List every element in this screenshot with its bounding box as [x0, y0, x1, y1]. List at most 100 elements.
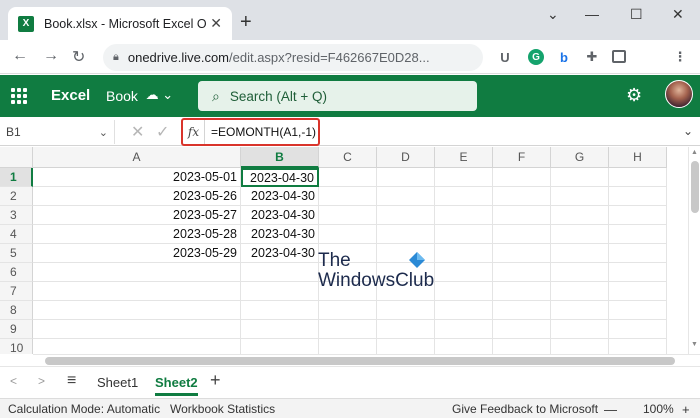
cell-c4[interactable]: [319, 225, 377, 244]
cell-f2[interactable]: [493, 187, 551, 206]
new-tab-icon[interactable]: +: [240, 11, 252, 34]
enter-formula-icon[interactable]: ✓: [156, 122, 169, 142]
cell-c1[interactable]: [319, 168, 377, 187]
add-sheet-icon[interactable]: +: [210, 370, 221, 391]
cell-e2[interactable]: [435, 187, 493, 206]
cell-e1[interactable]: [435, 168, 493, 187]
cell-d3[interactable]: [377, 206, 435, 225]
row-header[interactable]: 1: [0, 168, 33, 187]
cell-e9[interactable]: [435, 320, 493, 339]
cell-a9[interactable]: [33, 320, 241, 339]
row-header[interactable]: 4: [0, 225, 33, 244]
row-header[interactable]: 8: [0, 301, 33, 320]
cell-h9[interactable]: [609, 320, 667, 339]
cell-e3[interactable]: [435, 206, 493, 225]
cell-f3[interactable]: [493, 206, 551, 225]
cell-b3[interactable]: 2023-04-30: [241, 206, 319, 225]
all-sheets-menu-icon[interactable]: ≡: [67, 372, 76, 390]
cell-h4[interactable]: [609, 225, 667, 244]
cell-b5[interactable]: 2023-04-30: [241, 244, 319, 263]
zoom-out-icon[interactable]: —: [604, 402, 617, 417]
horizontal-scrollbar[interactable]: [33, 354, 700, 366]
cell-e8[interactable]: [435, 301, 493, 320]
cell-a5[interactable]: 2023-05-29: [33, 244, 241, 263]
row-header[interactable]: 5: [0, 244, 33, 263]
zoom-level[interactable]: 100%: [643, 402, 674, 416]
column-header-b[interactable]: B: [241, 147, 319, 168]
column-header-a[interactable]: A: [33, 147, 241, 168]
scroll-up-icon[interactable]: ▲: [691, 149, 698, 156]
back-icon[interactable]: ←: [12, 47, 28, 65]
scroll-down-icon[interactable]: ▼: [691, 341, 698, 348]
cell-a7[interactable]: [33, 282, 241, 301]
insert-function-icon[interactable]: fx: [183, 120, 205, 144]
cell-h5[interactable]: [609, 244, 667, 263]
cell-h6[interactable]: [609, 263, 667, 282]
cell-b7[interactable]: [241, 282, 319, 301]
cell-h2[interactable]: [609, 187, 667, 206]
settings-gear-icon[interactable]: ⚙: [626, 85, 642, 106]
cell-c2[interactable]: [319, 187, 377, 206]
row-header[interactable]: 2: [0, 187, 33, 206]
vertical-scroll-thumb[interactable]: [691, 161, 699, 213]
cell-a10[interactable]: [33, 339, 241, 354]
cell-h3[interactable]: [609, 206, 667, 225]
row-header[interactable]: 6: [0, 263, 33, 282]
give-feedback-link[interactable]: Give Feedback to Microsoft: [452, 402, 598, 416]
cell-f5[interactable]: [493, 244, 551, 263]
autosave-chevron-icon[interactable]: ☁︎ ⌄: [142, 87, 174, 103]
cell-g9[interactable]: [551, 320, 609, 339]
cell-c3[interactable]: [319, 206, 377, 225]
cell-c10[interactable]: [319, 339, 377, 354]
cell-h1[interactable]: [609, 168, 667, 187]
cell-e4[interactable]: [435, 225, 493, 244]
cell-d8[interactable]: [377, 301, 435, 320]
cell-e5[interactable]: [435, 244, 493, 263]
browser-menu-icon[interactable]: ⋮: [672, 49, 688, 65]
cell-b10[interactable]: [241, 339, 319, 354]
row-header[interactable]: 3: [0, 206, 33, 225]
browser-tab[interactable]: X Book.xlsx - Microsoft Excel Online ✕: [8, 7, 232, 40]
horizontal-scroll-thumb[interactable]: [45, 357, 675, 365]
reload-icon[interactable]: ↻: [72, 47, 85, 67]
cell-a3[interactable]: 2023-05-27: [33, 206, 241, 225]
cell-g2[interactable]: [551, 187, 609, 206]
cell-a2[interactable]: 2023-05-26: [33, 187, 241, 206]
cell-f4[interactable]: [493, 225, 551, 244]
cell-c9[interactable]: [319, 320, 377, 339]
expand-formula-bar-icon[interactable]: ⌄: [683, 124, 693, 138]
cell-g8[interactable]: [551, 301, 609, 320]
side-panel-icon[interactable]: [612, 50, 626, 63]
cell-c8[interactable]: [319, 301, 377, 320]
cell-f1[interactable]: [493, 168, 551, 187]
sheet-tab-sheet1[interactable]: Sheet1: [97, 375, 138, 390]
name-box-dropdown-icon[interactable]: ⌄: [99, 126, 108, 139]
column-header-d[interactable]: D: [377, 147, 435, 168]
row-header[interactable]: 10: [0, 339, 33, 354]
cell-b2[interactable]: 2023-04-30: [241, 187, 319, 206]
cell-d2[interactable]: [377, 187, 435, 206]
user-avatar[interactable]: [665, 80, 693, 108]
cell-g5[interactable]: [551, 244, 609, 263]
vertical-scrollbar[interactable]: ▲ ▼: [688, 147, 700, 354]
cell-g1[interactable]: [551, 168, 609, 187]
row-header[interactable]: 7: [0, 282, 33, 301]
grammarly-icon[interactable]: G: [528, 49, 544, 65]
column-header-e[interactable]: E: [435, 147, 493, 168]
zoom-in-icon[interactable]: +: [682, 402, 690, 417]
cell-h8[interactable]: [609, 301, 667, 320]
formula-input-highlight[interactable]: fx =EOMONTH(A1,-1): [181, 118, 320, 146]
cell-h10[interactable]: [609, 339, 667, 354]
cell-f10[interactable]: [493, 339, 551, 354]
cell-g3[interactable]: [551, 206, 609, 225]
cell-b4[interactable]: 2023-04-30: [241, 225, 319, 244]
bing-icon[interactable]: b: [556, 49, 572, 65]
sheet-tab-sheet2[interactable]: Sheet2: [155, 375, 198, 396]
cell-d1[interactable]: [377, 168, 435, 187]
cell-g10[interactable]: [551, 339, 609, 354]
cell-a4[interactable]: 2023-05-28: [33, 225, 241, 244]
column-header-c[interactable]: C: [319, 147, 377, 168]
cell-e6[interactable]: [435, 263, 493, 282]
row-header[interactable]: 9: [0, 320, 33, 339]
cancel-formula-icon[interactable]: ✕: [131, 122, 144, 142]
